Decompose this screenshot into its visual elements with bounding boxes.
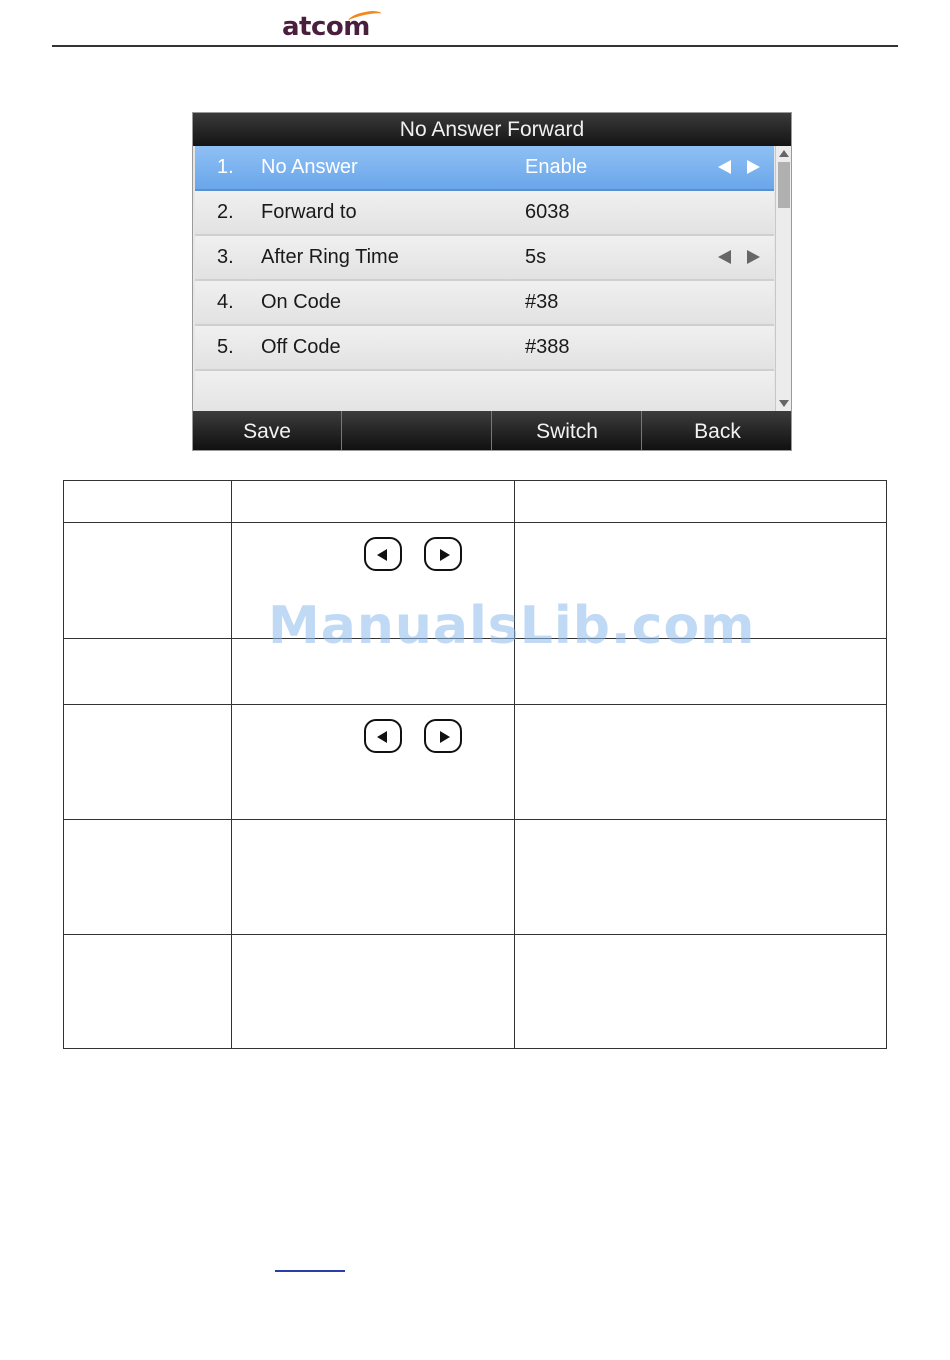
right-arrow-key-icon bbox=[424, 537, 462, 571]
screen-title: No Answer Forward bbox=[193, 113, 791, 146]
scroll-up-icon[interactable] bbox=[779, 150, 789, 157]
item-number: 3. bbox=[217, 246, 234, 268]
scroll-down-icon[interactable] bbox=[779, 400, 789, 407]
item-value: #388 bbox=[525, 336, 570, 358]
left-arrow-icon[interactable] bbox=[718, 250, 731, 264]
settings-description-table bbox=[63, 480, 887, 1049]
list-item-no-answer[interactable]: 1. No Answer Enable bbox=[195, 146, 774, 191]
table-cell bbox=[231, 934, 515, 1049]
table-cell bbox=[63, 819, 232, 935]
table-cell bbox=[63, 638, 232, 705]
table-cell bbox=[63, 704, 232, 820]
table-row bbox=[63, 704, 887, 820]
item-label: After Ring Time bbox=[261, 246, 399, 268]
item-label: On Code bbox=[261, 291, 342, 313]
footer-link[interactable] bbox=[275, 1270, 345, 1272]
table-cell bbox=[231, 704, 515, 820]
settings-list: 1. No Answer Enable 2. Forward to 6038 3… bbox=[195, 146, 774, 411]
table-row bbox=[63, 819, 887, 935]
watermark: ManualsLib.com bbox=[268, 596, 756, 656]
save-softkey[interactable]: Save bbox=[193, 411, 342, 450]
left-arrow-key-icon bbox=[364, 537, 402, 571]
table-cell bbox=[63, 934, 232, 1049]
item-label: No Answer bbox=[261, 156, 358, 178]
item-number: 1. bbox=[217, 156, 234, 178]
scrollbar[interactable] bbox=[775, 146, 791, 411]
table-header-row bbox=[63, 480, 887, 523]
right-arrow-icon[interactable] bbox=[747, 250, 760, 264]
item-value: #38 bbox=[525, 291, 559, 313]
right-arrow-icon[interactable] bbox=[747, 160, 760, 174]
left-arrow-icon[interactable] bbox=[718, 160, 731, 174]
back-softkey[interactable]: Back bbox=[643, 411, 791, 450]
item-label: Forward to bbox=[261, 201, 357, 223]
left-arrow-key-icon bbox=[364, 719, 402, 753]
header-divider bbox=[52, 45, 898, 47]
left-right-arrow-icon[interactable] bbox=[715, 160, 765, 176]
item-label: Off Code bbox=[261, 336, 341, 358]
phone-screen: No Answer Forward 1. No Answer Enable 2.… bbox=[192, 112, 792, 451]
list-item-forward-to[interactable]: 2. Forward to 6038 bbox=[195, 191, 774, 236]
table-cell bbox=[231, 819, 515, 935]
table-cell bbox=[63, 480, 232, 523]
table-cell bbox=[231, 480, 515, 523]
table-row bbox=[63, 934, 887, 1049]
item-value: Enable bbox=[525, 156, 588, 178]
right-arrow-key-icon bbox=[424, 719, 462, 753]
switch-softkey[interactable]: Switch bbox=[493, 411, 642, 450]
empty-softkey[interactable] bbox=[343, 411, 492, 450]
table-cell bbox=[514, 704, 887, 820]
navigation-keys bbox=[364, 719, 474, 757]
list-item-after-ring-time[interactable]: 3. After Ring Time 5s bbox=[195, 236, 774, 281]
item-number: 2. bbox=[217, 201, 234, 223]
softkey-bar: Save Switch Back bbox=[193, 411, 791, 450]
table-cell bbox=[514, 480, 887, 523]
list-item-empty bbox=[195, 371, 774, 411]
item-number: 5. bbox=[217, 336, 234, 358]
scrollbar-thumb[interactable] bbox=[778, 162, 790, 208]
table-cell bbox=[63, 522, 232, 639]
item-number: 4. bbox=[217, 291, 234, 313]
table-cell bbox=[514, 819, 887, 935]
item-value: 6038 bbox=[525, 201, 570, 223]
left-right-arrow-icon[interactable] bbox=[715, 250, 765, 266]
list-item-on-code[interactable]: 4. On Code #38 bbox=[195, 281, 774, 326]
list-item-off-code[interactable]: 5. Off Code #388 bbox=[195, 326, 774, 371]
table-cell bbox=[514, 934, 887, 1049]
item-value: 5s bbox=[525, 246, 547, 268]
navigation-keys bbox=[364, 537, 474, 575]
